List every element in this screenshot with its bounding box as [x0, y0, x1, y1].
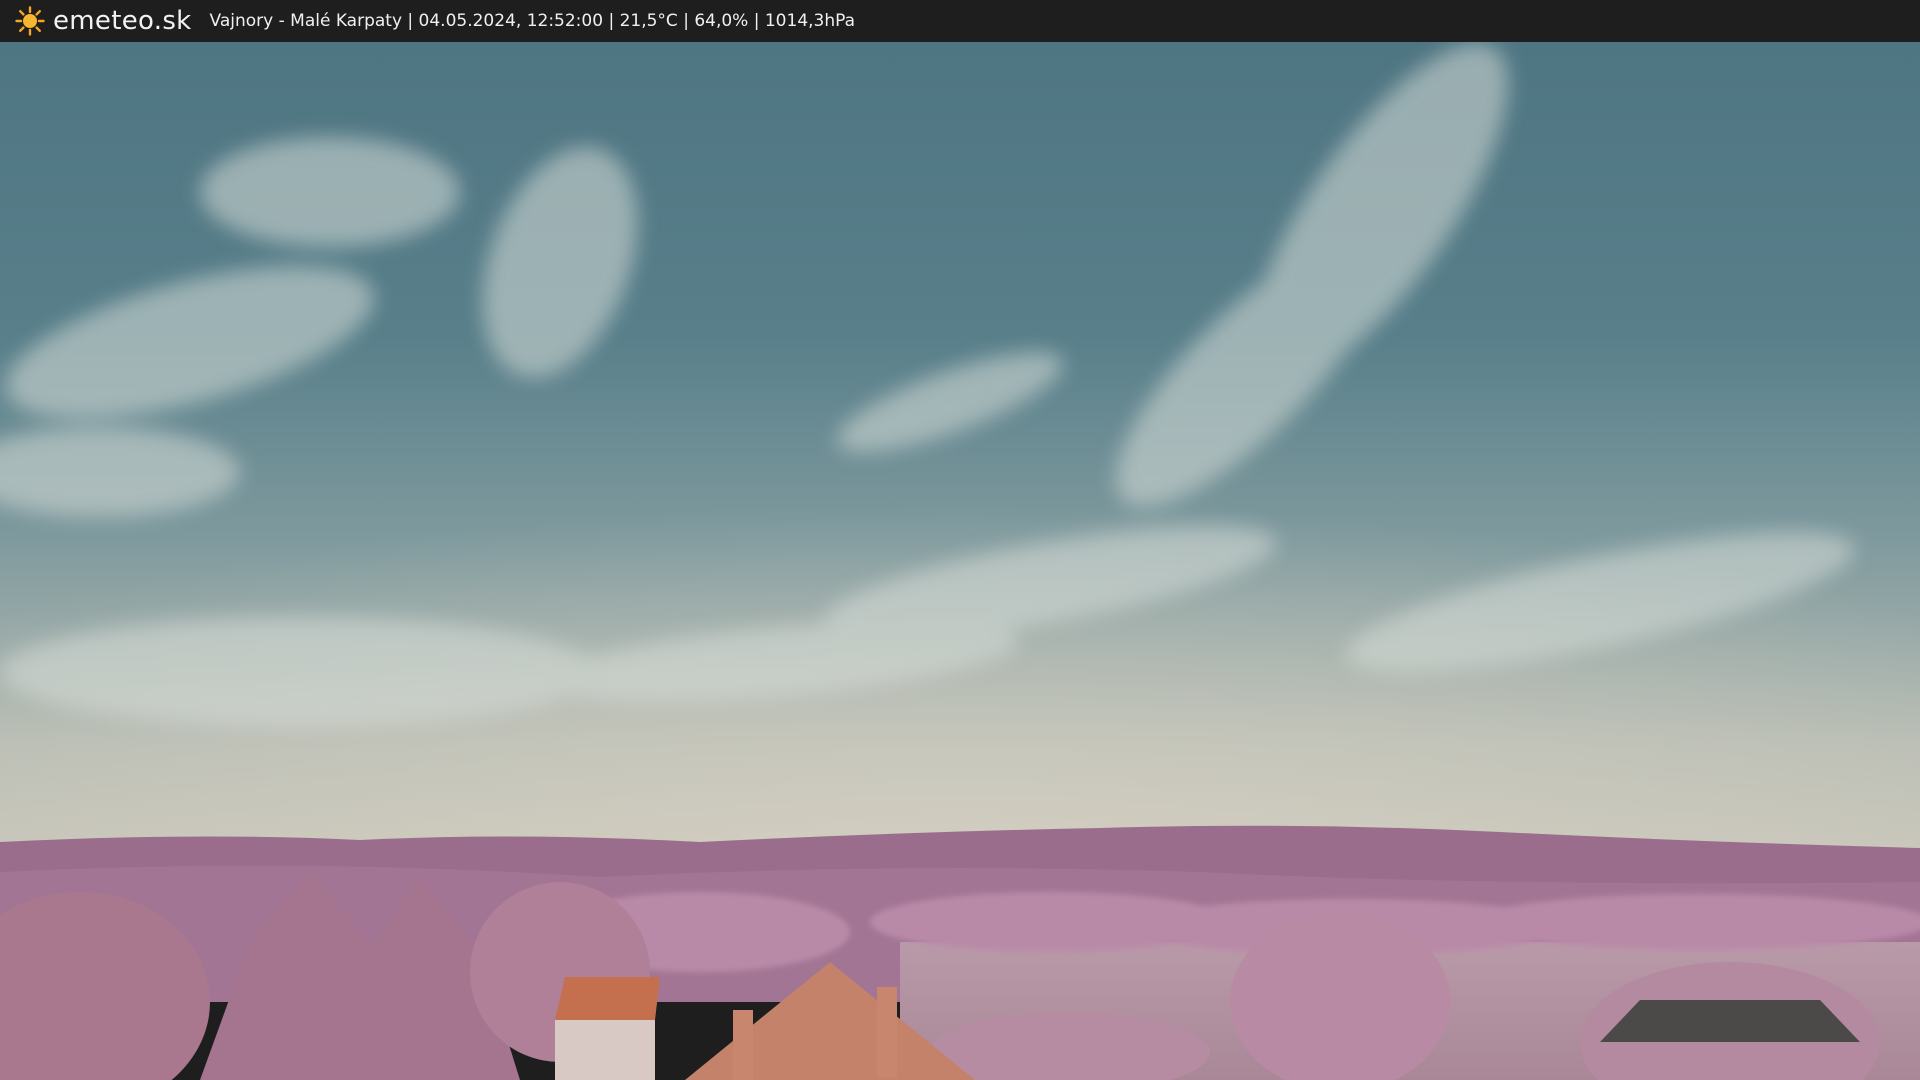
site-logo-text[interactable]: emeteo.sk	[53, 6, 192, 36]
webcam-image	[0, 42, 1920, 1080]
webcam-header-bar: emeteo.sk Vajnory - Malé Karpaty | 04.05…	[0, 0, 1920, 42]
house-roof-right	[1600, 1000, 1860, 1042]
sun-icon	[13, 4, 47, 38]
house-roof-left	[555, 977, 660, 1080]
station-info-caption: Vajnory - Malé Karpaty | 04.05.2024, 12:…	[209, 11, 856, 31]
